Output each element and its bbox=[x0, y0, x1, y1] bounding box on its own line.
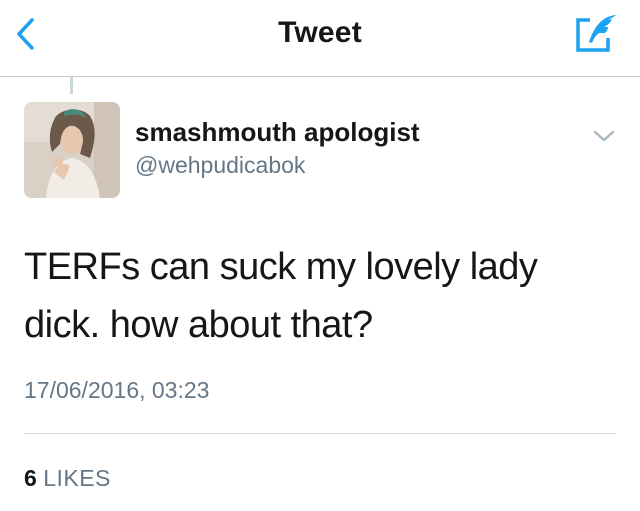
likes-count: 6 bbox=[24, 465, 37, 491]
nav-bar: Tweet bbox=[0, 0, 640, 77]
chevron-down-icon bbox=[593, 130, 615, 142]
avatar-photo-icon bbox=[24, 102, 120, 198]
likes-label: LIKES bbox=[43, 465, 111, 491]
page-title: Tweet bbox=[278, 16, 362, 49]
tweet-text: TERFs can suck my lovely lady dick. how … bbox=[24, 246, 538, 346]
author-name[interactable]: smashmouth apologist bbox=[135, 117, 420, 148]
tweet-timestamp: 17/06/2016, 03:23 bbox=[24, 377, 210, 403]
compose-tweet-button[interactable] bbox=[574, 12, 618, 54]
tweet-options-button[interactable] bbox=[590, 124, 618, 148]
divider bbox=[24, 433, 616, 434]
author-handle[interactable]: @wehpudicabok bbox=[135, 152, 305, 179]
compose-tweet-icon bbox=[576, 15, 616, 52]
thread-connector-line bbox=[70, 77, 73, 94]
avatar[interactable] bbox=[24, 102, 120, 198]
likes-count-link[interactable]: 6 LIKES bbox=[24, 465, 111, 492]
